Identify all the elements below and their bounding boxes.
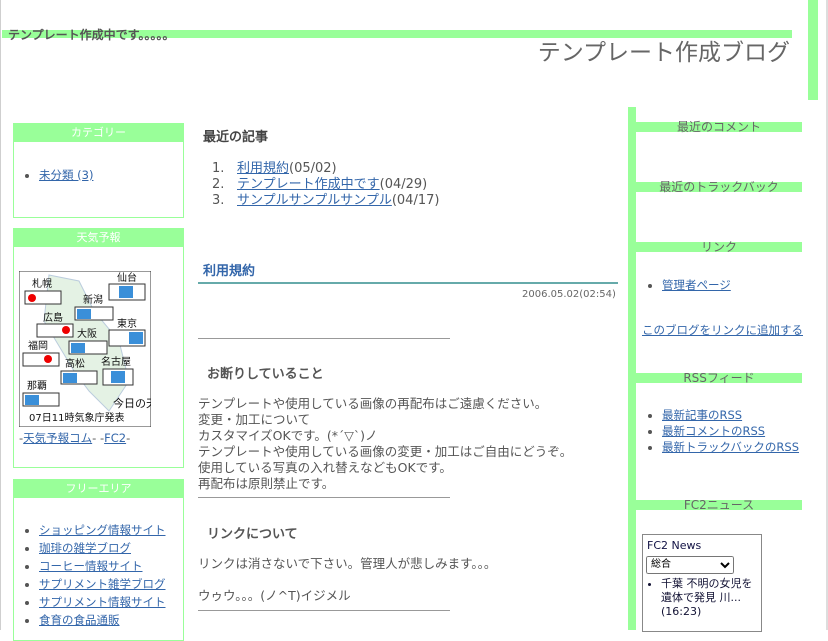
section-body-link-1: リンクは消さないで下さい。管理人が悲しみます。。。 [198, 556, 497, 571]
recent-post-link[interactable]: テンプレート作成中です [237, 177, 380, 192]
section-divider [198, 610, 450, 611]
city-fukuoka: 福岡 [28, 339, 48, 352]
news-category-select[interactable]: 総合 [646, 555, 734, 574]
section-body-notice: テンプレートや使用している画像の再配布はご遠慮ください。 変更・加工について カ… [198, 396, 573, 491]
entry-title[interactable]: 利用規約 [203, 260, 255, 279]
free-link[interactable]: 珈琲の雑学ブログ [39, 539, 183, 557]
city-hiroshima: 広島 [43, 311, 63, 324]
recent-post-link[interactable]: 利用規約 [237, 161, 289, 176]
trackback-heading: 最近のトラックバック [659, 180, 779, 194]
weather-com-link[interactable]: 天気予報コム [23, 431, 92, 445]
fc2-news-widget: FC2 News 総合 千葉 不明の女児を遺体で発見 川...(16:23) [642, 534, 762, 632]
weather-map[interactable]: 札幌 仙台 新潟 広島 東京 大阪 福岡 名古屋 高松 那覇 今日の天気 [19, 271, 151, 427]
city-osaka: 大阪 [77, 327, 97, 340]
comments-heading: 最近のコメント [676, 120, 761, 134]
city-sendai: 仙台 [117, 271, 137, 284]
recent-post-item: 2. テンプレート作成中です(04/29) [212, 177, 428, 192]
news-widget-title: FC2 News [647, 539, 702, 552]
header-side-bar [808, 0, 818, 100]
rss-list: 最新記事のRSS 最新コメントのRSS 最新トラックバックのRSS [647, 407, 799, 455]
fc2-link[interactable]: FC2 [104, 431, 126, 445]
city-tokyo: 東京 [117, 317, 137, 330]
admin-link[interactable]: 管理者ページ [662, 277, 731, 293]
recent-post-link[interactable]: サンプルサンプルサンプル [237, 193, 392, 208]
blog-subtitle: テンプレート作成中です。。。。。 [8, 28, 175, 42]
free-area-heading: フリーエリア [14, 480, 183, 498]
recent-posts-list: 1. 利用規約(05/02) 2. テンプレート作成中です(04/29) 3. サンプ… [212, 161, 439, 209]
rss-link[interactable]: 最新トラックバックのRSS [662, 439, 799, 455]
recent-post-item: 1. 利用規約(05/02) [212, 161, 337, 176]
page-border [0, 0, 1, 630]
city-takamatsu: 高松 [65, 357, 85, 370]
weather-caption: 今日の天気 [113, 396, 151, 410]
right-column-bar [628, 107, 636, 630]
weather-heading: 天気予報 [14, 229, 183, 247]
category-box: カテゴリー 未分類 (3) [13, 123, 184, 218]
section-divider [198, 338, 450, 339]
weather-box: 天気予報 札幌 仙台 新潟 広島 東京 大阪 福岡 名古屋 高松 那覇 今日の … [13, 228, 184, 468]
rss-heading: RSSフィード [683, 371, 755, 385]
city-naha: 那覇 [27, 380, 47, 392]
free-link[interactable]: ショッピング情報サイト [39, 521, 183, 539]
free-link[interactable]: サプリメント雑学ブログ [39, 575, 183, 593]
city-niigata: 新潟 [83, 293, 103, 306]
weather-date: 07日11時気象庁発表 [29, 411, 124, 424]
entry-date: 2006.05.02(02:54) [522, 289, 616, 300]
weather-links: -天気予報コム- -FC2- [19, 431, 131, 445]
section-body-link-2: ウゥウ。。。(ノ^T)イジメル [198, 588, 351, 603]
link-list: 管理者ページ [647, 277, 731, 293]
entry-title-underline [198, 282, 618, 284]
link-heading: リンク [700, 240, 737, 254]
recent-post-item: 3. サンプルサンプルサンプル(04/17) [212, 193, 440, 208]
category-heading: カテゴリー [14, 124, 183, 142]
free-link[interactable]: コーヒー情報サイト [39, 557, 183, 575]
city-sapporo: 札幌 [32, 277, 52, 290]
city-nagoya: 名古屋 [101, 355, 131, 368]
free-link[interactable]: サプリメント情報サイト [39, 593, 183, 611]
section-title-notice: お断りしていること [207, 367, 324, 382]
news-item[interactable]: 千葉 不明の女児を遺体で発見 川...(16:23) [661, 577, 761, 619]
free-link[interactable]: 食育の食品通販 [39, 611, 183, 629]
section-divider [198, 497, 450, 498]
recent-posts-title: 最近の記事 [203, 130, 269, 145]
section-title-link: リンクについて [207, 527, 298, 542]
blog-title[interactable]: テンプレート作成ブログ [538, 33, 790, 67]
rss-link[interactable]: 最新コメントのRSS [662, 423, 799, 439]
add-link-link[interactable]: このブログをリンクに追加する [642, 322, 803, 338]
free-area-box: フリーエリア ショッピング情報サイト 珈琲の雑学ブログ コーヒー情報サイト サプ… [13, 479, 184, 641]
rss-link[interactable]: 最新記事のRSS [662, 407, 799, 423]
category-item[interactable]: 未分類 (3) [39, 166, 183, 184]
news-heading: FC2ニュース [683, 498, 755, 512]
